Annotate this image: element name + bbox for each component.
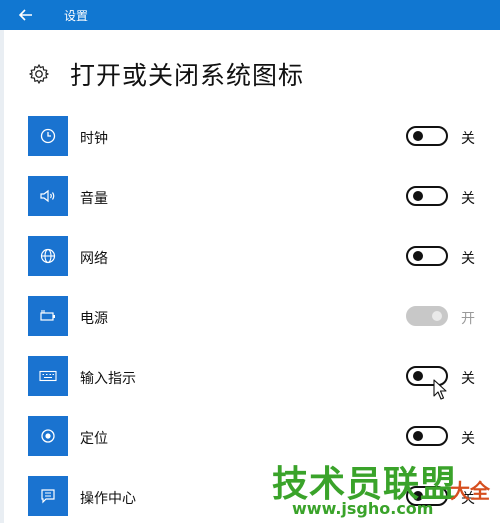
toggle-switch[interactable] (406, 426, 448, 446)
setting-label: 音量 (80, 191, 108, 207)
tile (28, 416, 68, 456)
toggle-switch[interactable] (406, 126, 448, 146)
network-globe-icon (40, 248, 56, 264)
setting-row-volume: 音量 关 (28, 176, 488, 220)
back-button[interactable] (12, 4, 40, 26)
watermark: 技术员联盟 大全 www.jsgho.com (272, 455, 500, 523)
tile (28, 356, 68, 396)
action-center-icon (41, 489, 55, 504)
location-icon (41, 429, 55, 443)
watermark-tail: 大全 (450, 479, 490, 503)
battery-icon (40, 310, 55, 321)
setting-label: 网络 (80, 251, 108, 267)
window-title: 设置 (64, 9, 89, 23)
keyboard-icon (39, 370, 57, 382)
tile (28, 296, 68, 336)
tile (28, 476, 68, 516)
toggle-knob (413, 251, 423, 261)
toggle-knob (413, 371, 423, 381)
setting-row-input-indicator: 输入指示 关 (28, 356, 488, 400)
setting-label: 输入指示 (80, 371, 136, 387)
back-arrow-icon (19, 9, 32, 21)
clock-icon (40, 128, 56, 144)
setting-label: 定位 (80, 431, 108, 447)
tile (28, 116, 68, 156)
toggle-state: 关 (461, 131, 475, 147)
toggle-knob (413, 131, 423, 141)
toggle-state: 关 (461, 431, 475, 447)
title-bar: 设置 (0, 0, 500, 30)
mouse-cursor-icon (433, 379, 447, 400)
tile (28, 236, 68, 276)
toggle-state: 开 (461, 311, 475, 327)
toggle-state: 关 (461, 191, 475, 207)
toggle-switch[interactable] (406, 246, 448, 266)
setting-label: 电源 (80, 311, 108, 327)
page-title: 打开或关闭系统图标 (70, 61, 305, 90)
toggle-knob (413, 431, 423, 441)
gear-icon (29, 64, 49, 84)
setting-row-network: 网络 关 (28, 236, 488, 280)
toggle-state: 关 (461, 371, 475, 387)
watermark-url: www.jsgho.com (292, 499, 434, 518)
setting-label: 操作中心 (80, 491, 136, 507)
toggle-switch[interactable] (406, 186, 448, 206)
setting-row-location: 定位 关 (28, 416, 488, 460)
setting-row-clock: 时钟 关 (28, 116, 488, 160)
left-edge (0, 30, 4, 523)
page-header: 打开或关闭系统图标 (28, 56, 304, 92)
setting-label: 时钟 (80, 131, 108, 147)
volume-icon (40, 189, 55, 203)
tile (28, 176, 68, 216)
toggle-switch[interactable] (406, 306, 448, 326)
toggle-knob (432, 311, 442, 321)
setting-row-power: 电源 开 (28, 296, 488, 340)
toggle-knob (413, 191, 423, 201)
toggle-state: 关 (461, 251, 475, 267)
